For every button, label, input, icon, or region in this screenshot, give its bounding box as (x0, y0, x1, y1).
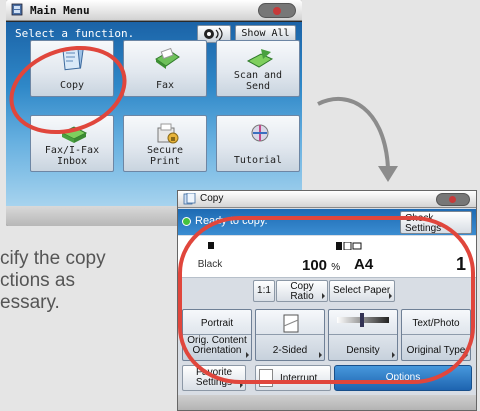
original-type-value: Text/Photo (412, 318, 460, 329)
instruction-text: cify the copy ctions as essary. (0, 248, 106, 313)
copy-icon (183, 193, 196, 205)
main-menu-titlebar: Main Menu (6, 0, 302, 21)
tile-copy-label: Copy (59, 80, 85, 91)
check-settings-button[interactable]: Check Settings (400, 211, 472, 234)
original-type-button[interactable]: Text/Photo Original Type (401, 309, 471, 361)
two-sided-icon (283, 314, 299, 333)
scan-send-icon (246, 49, 274, 68)
orientation-label: Orig. Content Orientation (187, 335, 247, 356)
tile-scan-and-send[interactable]: Scan and Send (216, 40, 300, 97)
speaker-icon (204, 27, 223, 41)
options-button[interactable]: Options (334, 365, 472, 391)
select-paper-button[interactable]: Select Paper (329, 280, 395, 302)
paper-source-icon (336, 242, 362, 250)
favorite-settings-button[interactable]: Favorite Settings (182, 365, 246, 391)
secure-print-icon (157, 123, 179, 144)
orientation-value: Portrait (200, 318, 234, 329)
copy-ratio-value: 100 % (302, 257, 341, 274)
copy-screen: Copy Ready to copy. Check Settings Black… (177, 190, 477, 411)
color-mode-value: Black (197, 259, 223, 270)
status-indicator-icon[interactable] (436, 193, 470, 206)
interrupt-button[interactable]: Interrupt (255, 365, 331, 391)
status-indicator-icon[interactable] (258, 3, 296, 18)
arrow-curve (317, 97, 390, 169)
copy-ratio-button[interactable]: Copy Ratio (276, 280, 328, 302)
inbox-icon (60, 126, 88, 143)
tutorial-icon (251, 124, 269, 142)
select-paper-label: Select Paper (333, 285, 391, 296)
copy-quantity: 1 (456, 254, 467, 274)
fax-icon (155, 47, 180, 69)
main-menu-title: Main Menu (30, 4, 90, 17)
tile-fax-label: Fax (155, 80, 175, 91)
arrow-head-icon (378, 166, 398, 182)
home-icon (11, 3, 23, 16)
tile-tutorial[interactable]: Tutorial (216, 115, 300, 172)
main-menu-prompt: Select a function. (15, 27, 135, 40)
favorite-settings-label: Favorite Settings (195, 367, 233, 388)
interrupt-label: Interrupt (280, 373, 318, 384)
copy-titlebar: Copy (178, 191, 476, 208)
tile-tutorial-label: Tutorial (233, 155, 283, 166)
tile-fax-ifax-inbox-label: Fax/I-Fax Inbox (44, 145, 100, 167)
original-type-label: Original Type (406, 345, 466, 356)
copy-pages-icon (62, 47, 84, 71)
two-sided-label: 2-Sided (272, 345, 308, 356)
density-knob (360, 313, 364, 327)
tile-copy[interactable]: Copy (30, 40, 114, 97)
main-menu-body: Select a function. Show All Copy Fax Sca… (6, 22, 302, 206)
copy-title: Copy (200, 193, 224, 204)
tile-fax-ifax-inbox[interactable]: Fax/I-Fax Inbox (30, 115, 114, 172)
tile-secure-print[interactable]: Secure Print (123, 115, 207, 172)
interrupt-icon (259, 369, 273, 387)
copy-ratio-label: Copy Ratio (290, 281, 314, 302)
orientation-button[interactable]: Portrait Orig. Content Orientation (182, 309, 252, 361)
one-to-one-button[interactable]: 1:1 (253, 280, 275, 302)
copy-footer (178, 395, 476, 410)
copy-settings-summary: Black 100 % A4 1 (178, 236, 476, 278)
screenshot-stage: Main Menu Select a function. Show All Co… (0, 0, 480, 411)
tile-scan-and-send-label: Scan and Send (233, 70, 283, 92)
tile-fax[interactable]: Fax (123, 40, 207, 97)
two-sided-button[interactable]: 2-Sided (255, 309, 325, 361)
tile-secure-print-label: Secure Print (146, 145, 184, 167)
color-mode-icon (208, 242, 214, 249)
ready-status-icon (182, 217, 191, 226)
density-label: Density (346, 345, 380, 356)
paper-size-value: A4 (354, 256, 374, 273)
density-button[interactable]: Density (328, 309, 398, 361)
status-text: Ready to copy. (195, 215, 268, 227)
